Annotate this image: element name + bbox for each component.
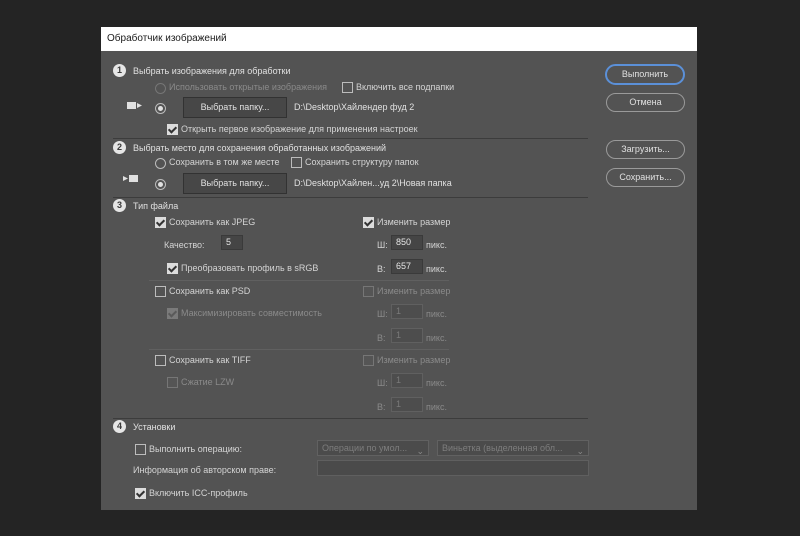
tiff-height-label: В: bbox=[377, 402, 386, 412]
include-icc-checkbox[interactable] bbox=[135, 488, 146, 499]
jpeg-width-label: Ш: bbox=[377, 240, 388, 250]
run-action-label: Выполнить операцию: bbox=[149, 444, 243, 454]
run-action-checkbox[interactable] bbox=[135, 444, 146, 455]
divider bbox=[113, 418, 588, 419]
keep-folder-structure-label: Сохранить структуру папок bbox=[305, 157, 419, 167]
psd-resize-label: Изменить размер bbox=[377, 286, 451, 296]
jpeg-width-input[interactable]: 850 bbox=[391, 235, 423, 250]
psd-width-unit: пикс. bbox=[426, 309, 447, 319]
folder-source-icon bbox=[127, 100, 143, 110]
save-as-psd-checkbox[interactable] bbox=[155, 286, 166, 297]
keep-folder-structure-checkbox[interactable] bbox=[291, 157, 302, 168]
source-folder-path: D:\Desktop\Хайлендер фуд 2 bbox=[294, 102, 415, 112]
folder-destination-icon bbox=[123, 173, 139, 183]
tiff-height-unit: пикс. bbox=[426, 402, 447, 412]
save-as-jpeg-label: Сохранить как JPEG bbox=[169, 217, 256, 227]
maximize-compat-checkbox[interactable] bbox=[167, 308, 178, 319]
open-first-image-checkbox[interactable] bbox=[167, 124, 178, 135]
chevron-down-icon: ⌄ bbox=[416, 446, 424, 456]
jpeg-resize-label: Изменить размер bbox=[377, 217, 451, 227]
load-button[interactable]: Загрузить... bbox=[606, 140, 685, 159]
lzw-label: Сжатие LZW bbox=[181, 377, 235, 387]
chevron-down-icon: ⌄ bbox=[576, 446, 584, 456]
use-open-images-radio[interactable] bbox=[155, 83, 166, 94]
choose-folder-source-radio[interactable] bbox=[155, 103, 166, 114]
psd-width-input[interactable]: 1 bbox=[391, 304, 423, 319]
choose-source-folder-button[interactable]: Выбрать папку... bbox=[183, 97, 287, 118]
step-2-badge: 2 bbox=[113, 141, 126, 154]
window-title: Обработчик изображений bbox=[107, 33, 227, 44]
save-same-place-label: Сохранить в том же месте bbox=[169, 157, 280, 167]
jpeg-width-unit: пикс. bbox=[426, 240, 447, 250]
save-as-jpeg-checkbox[interactable] bbox=[155, 217, 166, 228]
step-3-badge: 3 bbox=[113, 199, 126, 212]
destination-folder-path: D:\Desktop\Хайлен...уд 2\Новая папка bbox=[294, 178, 452, 188]
jpeg-height-unit: пикс. bbox=[426, 264, 447, 274]
step-4-badge: 4 bbox=[113, 420, 126, 433]
save-same-place-radio[interactable] bbox=[155, 158, 166, 169]
divider bbox=[113, 138, 588, 139]
title-bar: Обработчик изображений bbox=[101, 27, 697, 51]
divider bbox=[113, 197, 588, 198]
run-button[interactable]: Выполнить bbox=[605, 64, 685, 85]
convert-srgb-label: Преобразовать профиль в sRGB bbox=[181, 263, 319, 273]
copyright-label: Информация об авторском праве: bbox=[133, 465, 277, 475]
action-set-select[interactable]: Операции по умол... ⌄ bbox=[317, 440, 429, 456]
jpeg-height-input[interactable]: 657 bbox=[391, 259, 423, 274]
action-value: Виньетка (выделенная обл... bbox=[442, 443, 563, 453]
psd-width-label: Ш: bbox=[377, 309, 388, 319]
tiff-resize-checkbox[interactable] bbox=[363, 355, 374, 366]
save-as-tiff-label: Сохранить как TIFF bbox=[169, 355, 251, 365]
include-subfolders-checkbox[interactable] bbox=[342, 82, 353, 93]
divider bbox=[149, 280, 449, 281]
divider bbox=[149, 349, 449, 350]
action-set-value: Операции по умол... bbox=[322, 443, 408, 453]
copyright-input[interactable] bbox=[317, 460, 589, 476]
save-settings-button[interactable]: Сохранить... bbox=[606, 168, 685, 187]
tiff-width-unit: пикс. bbox=[426, 378, 447, 388]
include-icc-label: Включить ICC-профиль bbox=[149, 488, 248, 498]
lzw-checkbox[interactable] bbox=[167, 377, 178, 388]
psd-height-label: В: bbox=[377, 333, 386, 343]
open-first-image-label: Открыть первое изображение для применени… bbox=[181, 124, 418, 134]
convert-srgb-checkbox[interactable] bbox=[167, 263, 178, 274]
choose-destination-folder-button[interactable]: Выбрать папку... bbox=[183, 173, 287, 194]
quality-input[interactable]: 5 bbox=[221, 235, 243, 250]
psd-resize-checkbox[interactable] bbox=[363, 286, 374, 297]
jpeg-resize-checkbox[interactable] bbox=[363, 217, 374, 228]
tiff-height-input[interactable]: 1 bbox=[391, 397, 423, 412]
save-as-tiff-checkbox[interactable] bbox=[155, 355, 166, 366]
maximize-compat-label: Максимизировать совместимость bbox=[181, 308, 322, 318]
include-subfolders-label: Включить все подпапки bbox=[356, 82, 455, 92]
tiff-width-label: Ш: bbox=[377, 378, 388, 388]
psd-height-unit: пикс. bbox=[426, 333, 447, 343]
action-select[interactable]: Виньетка (выделенная обл... ⌄ bbox=[437, 440, 589, 456]
psd-height-input[interactable]: 1 bbox=[391, 328, 423, 343]
quality-label: Качество: bbox=[164, 240, 205, 250]
section-4-title: Установки bbox=[133, 422, 176, 432]
use-open-images-label: Использовать открытые изображения bbox=[169, 82, 327, 92]
section-3-title: Тип файла bbox=[133, 201, 179, 211]
save-as-psd-label: Сохранить как PSD bbox=[169, 286, 251, 296]
tiff-resize-label: Изменить размер bbox=[377, 355, 451, 365]
choose-folder-dest-radio[interactable] bbox=[155, 179, 166, 190]
cancel-button[interactable]: Отмена bbox=[606, 93, 685, 112]
section-2-title: Выбрать место для сохранения обработанны… bbox=[133, 143, 387, 153]
step-1-badge: 1 bbox=[113, 64, 126, 77]
tiff-width-input[interactable]: 1 bbox=[391, 373, 423, 388]
image-processor-dialog: Обработчик изображений 1 Выбрать изображ… bbox=[101, 27, 697, 510]
section-1-title: Выбрать изображения для обработки bbox=[133, 66, 291, 76]
jpeg-height-label: В: bbox=[377, 264, 386, 274]
